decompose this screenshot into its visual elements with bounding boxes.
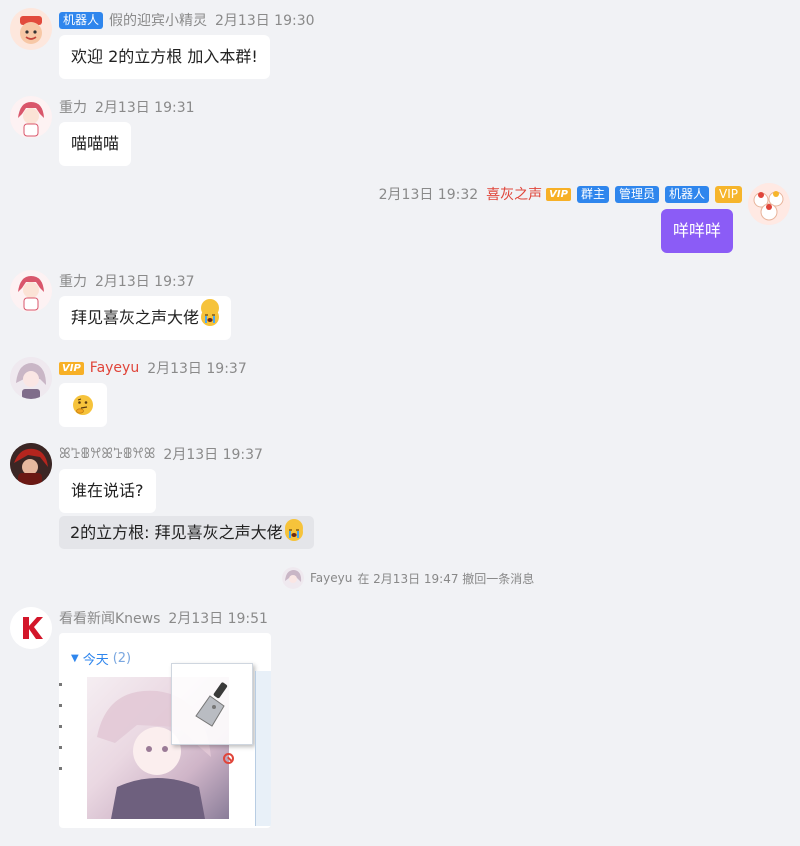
robot-badge: 机器人 bbox=[665, 185, 710, 203]
recall-text: 在 2月13日 19:47 撤回一条消息 bbox=[357, 571, 535, 586]
side-panel bbox=[255, 671, 271, 826]
owner-badge: 群主 bbox=[576, 185, 609, 203]
list-bullets bbox=[59, 681, 63, 791]
timestamp: 2月13日 19:37 bbox=[163, 447, 263, 463]
small-avatar[interactable] bbox=[282, 567, 304, 589]
recall-user[interactable]: Fayeyu bbox=[310, 571, 352, 585]
recall-notice: Fayeyu 在 2月13日 19:47 撤回一条消息 bbox=[282, 566, 534, 590]
message-bubble[interactable] bbox=[59, 383, 107, 427]
robot-badge: 机器人 bbox=[59, 11, 104, 29]
avatar[interactable] bbox=[10, 270, 52, 312]
timestamp: 2月13日 19:31 bbox=[95, 100, 195, 116]
sender-name[interactable]: 重力 bbox=[59, 97, 87, 117]
vip-badge: VIP bbox=[59, 361, 84, 375]
anime-avatar-icon bbox=[10, 96, 52, 138]
self-avatar[interactable] bbox=[748, 183, 790, 225]
sender-name[interactable]: 看看新闻Knews bbox=[59, 608, 160, 628]
avatar[interactable] bbox=[10, 8, 52, 50]
knews-logo-icon bbox=[10, 607, 52, 649]
message-meta: 机器人 假的迎宾小精灵 2月13日 19:30 bbox=[59, 10, 315, 30]
message-meta: 看看新闻Knews 2月13日 19:51 bbox=[59, 608, 268, 628]
sender-name[interactable]: ꕤꕱꕬꕮꕤꕱꕬꕮꕤ bbox=[59, 446, 155, 462]
sender-name[interactable]: 假的迎宾小精灵 bbox=[109, 10, 207, 30]
timestamp: 2月13日 19:51 bbox=[168, 611, 268, 627]
thinking-face-emoji-icon bbox=[73, 395, 93, 415]
message-bubble[interactable]: 喵喵喵 bbox=[59, 122, 132, 166]
timestamp: 2月13日 19:37 bbox=[147, 361, 247, 377]
vip-badge: VIP bbox=[546, 187, 571, 201]
message-bubble[interactable]: 欢迎 2的立方根 加入本群! bbox=[59, 35, 270, 79]
vip-tag-badge: VIP bbox=[715, 185, 742, 203]
sender-name[interactable]: 喜灰之声 bbox=[486, 184, 542, 204]
message-meta: 重力 2月13日 19:37 bbox=[59, 271, 195, 291]
prohibited-icon bbox=[223, 753, 234, 764]
chevron-down-icon: ▼ bbox=[71, 653, 79, 664]
cleaver-knife-icon bbox=[195, 682, 228, 727]
image-message[interactable]: ▼ 今天 (2) bbox=[59, 633, 271, 828]
bot-avatar-icon bbox=[10, 8, 52, 50]
knife-overlay-card bbox=[171, 663, 253, 745]
message-meta: 重力 2月13日 19:31 bbox=[59, 97, 195, 117]
image-tab-header: ▼ 今天 (2) bbox=[71, 649, 131, 668]
timestamp: 2月13日 19:32 bbox=[378, 187, 479, 203]
self-message-bubble[interactable]: 咩咩咩 bbox=[661, 209, 734, 253]
quoted-reply[interactable]: 2的立方根: 拜见喜灰之声大佬 bbox=[59, 516, 314, 549]
anime-avatar-icon bbox=[10, 357, 52, 399]
sender-name[interactable]: 重力 bbox=[59, 271, 87, 291]
message-meta: VIP Fayeyu 2月13日 19:37 bbox=[59, 358, 247, 378]
message-bubble[interactable]: 拜见喜灰之声大佬 bbox=[59, 296, 232, 340]
admin-badge: 管理员 bbox=[614, 185, 659, 203]
avatar[interactable] bbox=[10, 96, 52, 138]
group-avatar-icon bbox=[748, 183, 790, 225]
crying-emoji-icon bbox=[201, 299, 220, 326]
message-meta: 2月13日 19:32 喜灰之声 VIP 群主 管理员 机器人 VIP bbox=[379, 184, 742, 204]
sender-name[interactable]: Fayeyu bbox=[90, 360, 139, 376]
anime-avatar-icon bbox=[10, 270, 52, 312]
avatar[interactable] bbox=[10, 607, 52, 649]
avatar[interactable] bbox=[10, 443, 52, 485]
message-text: 拜见喜灰之声大佬 bbox=[71, 308, 200, 327]
crying-emoji-icon bbox=[284, 519, 303, 541]
image-tab-label: 今天 bbox=[82, 653, 109, 668]
avatar[interactable] bbox=[10, 357, 52, 399]
image-tab-count: (2) bbox=[112, 651, 132, 666]
message-meta: ꕤꕱꕬꕮꕤꕱꕬꕮꕤ 2月13日 19:37 bbox=[59, 444, 263, 464]
quoted-text: 2的立方根: 拜见喜灰之声大佬 bbox=[70, 523, 283, 542]
timestamp: 2月13日 19:30 bbox=[215, 13, 315, 29]
message-bubble[interactable]: 谁在说话? bbox=[59, 469, 156, 513]
timestamp: 2月13日 19:37 bbox=[95, 274, 195, 290]
character-avatar-icon bbox=[10, 443, 52, 485]
